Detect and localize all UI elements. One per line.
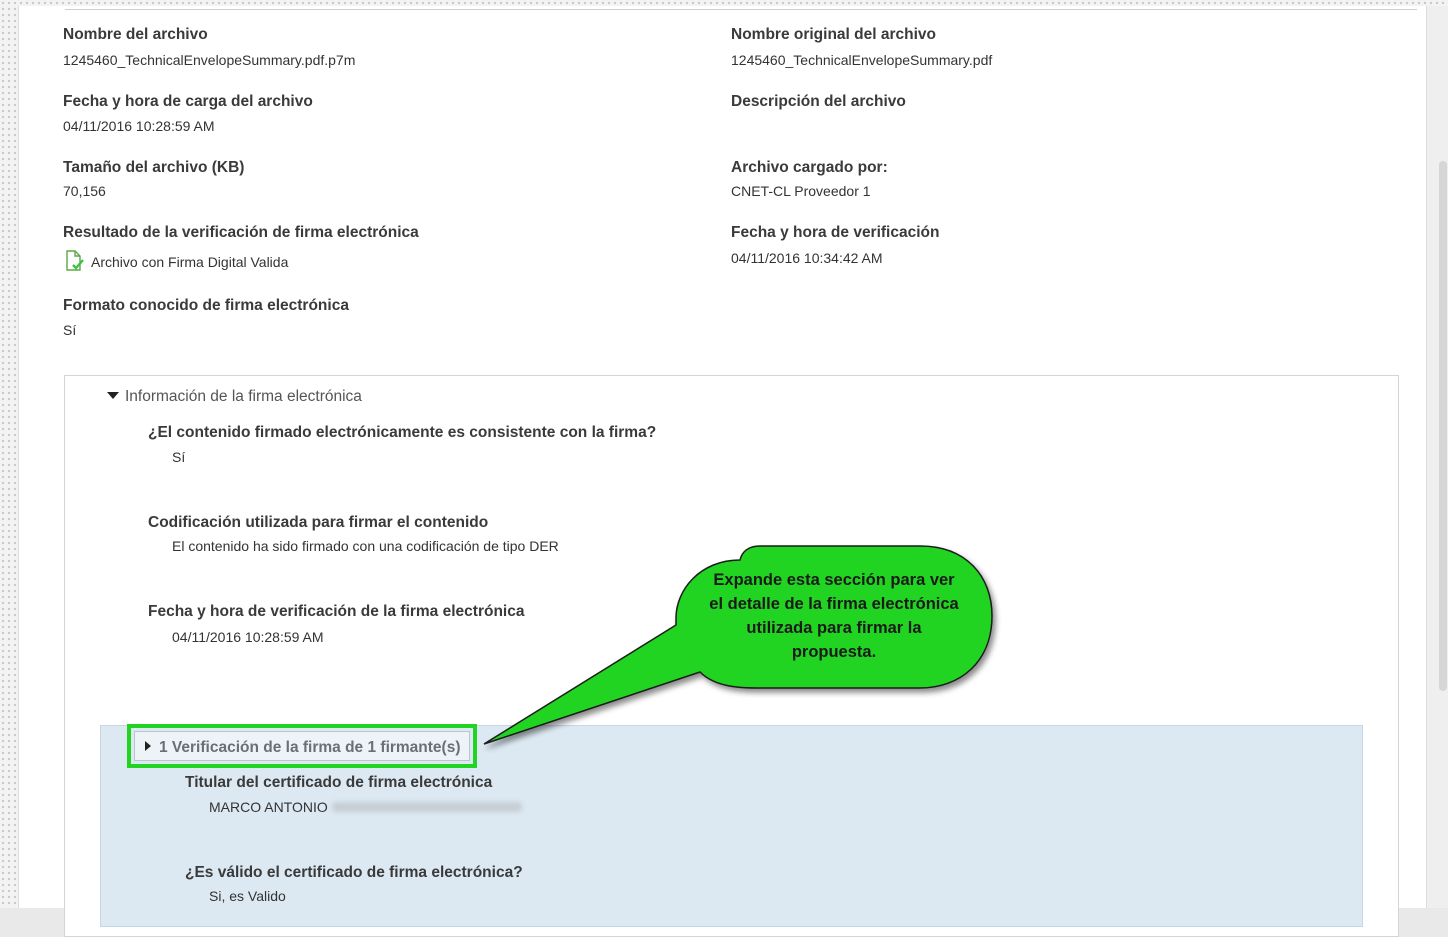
callout-bubble [483, 545, 993, 745]
callout-text: Expande esta sección para ver el detalle… [709, 571, 959, 661]
signers-toggle-highlight[interactable]: 1 Verificación de la firma de 1 firmante… [127, 724, 477, 768]
caret-right-icon [145, 741, 151, 751]
signers-toggle[interactable]: 1 Verificación de la firma de 1 firmante… [134, 731, 470, 761]
signers-toggle-label: 1 Verificación de la firma de 1 firmante… [159, 739, 461, 756]
